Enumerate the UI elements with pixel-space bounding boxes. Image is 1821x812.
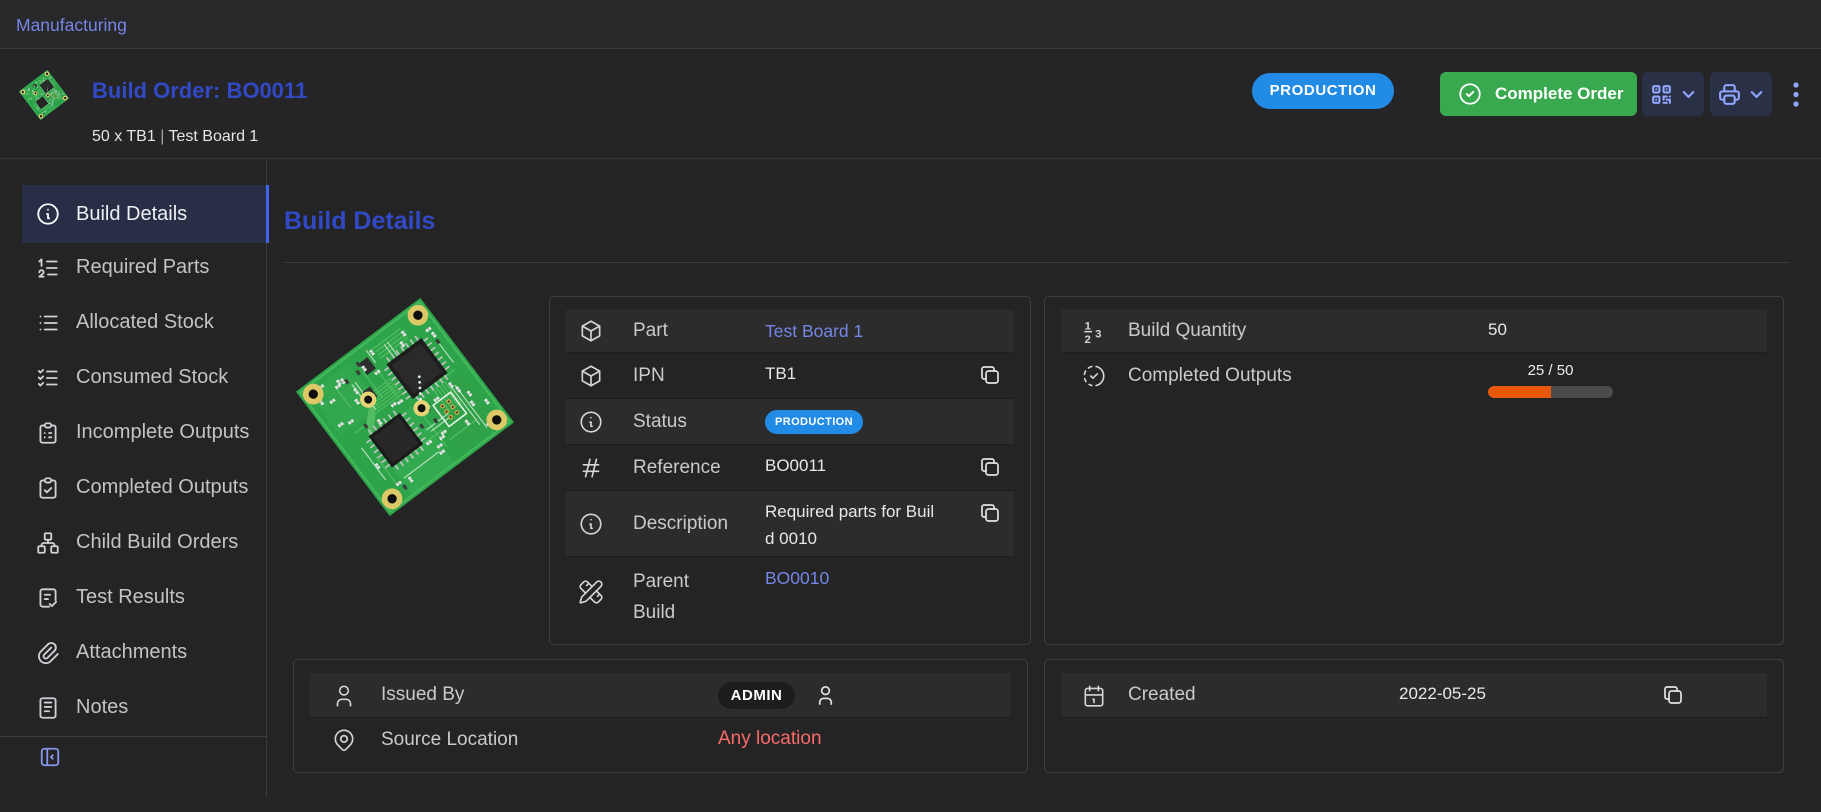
svg-text:1: 1 — [1085, 320, 1091, 332]
svg-text:2: 2 — [1084, 334, 1090, 344]
svg-text:3: 3 — [1095, 329, 1101, 341]
